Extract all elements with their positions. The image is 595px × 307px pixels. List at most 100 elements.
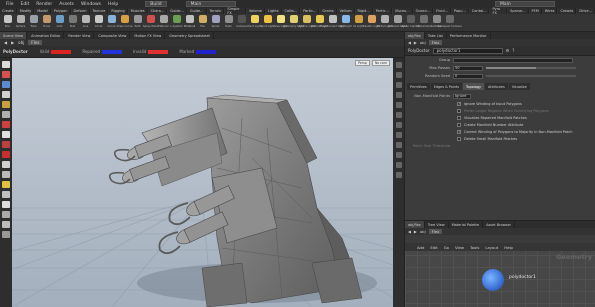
shelf-tool[interactable]: Area Light (274, 15, 287, 31)
viewer-tab[interactable]: Composite View (95, 32, 131, 39)
brush-tool-icon[interactable] (2, 161, 10, 168)
network-menu-item[interactable]: Go (444, 245, 449, 250)
camera-badge[interactable]: No cam (371, 60, 390, 66)
background-icon[interactable] (395, 162, 402, 168)
param-maxpasses-field[interactable]: 50 (453, 65, 483, 71)
shelf-tool[interactable]: Camera (236, 15, 247, 31)
param-maxpasses-slider[interactable] (486, 67, 576, 69)
forward-icon[interactable]: ▶ (11, 40, 14, 45)
shaded-icon[interactable] (395, 82, 402, 88)
shelf-tool[interactable]: Sphere (15, 15, 26, 31)
scale-tool-icon[interactable] (2, 91, 10, 98)
path-context[interactable]: obj (420, 40, 426, 45)
flipbook-tool-icon[interactable] (2, 231, 10, 238)
shelf-tool[interactable]: Volume Light (298, 15, 315, 31)
shelf-tab[interactable]: Rigid... (355, 8, 373, 14)
shelf-tool[interactable]: Null (67, 15, 78, 31)
invalid-swatch[interactable] (148, 49, 169, 54)
shelf-tab[interactable]: Muscles (128, 8, 148, 14)
shelf-tool[interactable]: VR Camera (416, 15, 431, 31)
shelf-tab[interactable]: Collis... (282, 8, 301, 14)
handle-tool-icon[interactable] (2, 101, 10, 108)
shelf-tab[interactable]: Terrain (207, 8, 225, 14)
shelf-tab[interactable]: Sparse... (508, 8, 529, 14)
shelf-tool[interactable]: Draw Curve (117, 15, 132, 31)
shelf-tab[interactable]: Guide... (168, 8, 187, 14)
shelf-tool[interactable]: Platonic (158, 15, 169, 31)
uv-icon[interactable] (395, 142, 402, 148)
network-menu-item[interactable]: Help (504, 245, 513, 250)
nonmanifold-menu[interactable]: Ignore (453, 93, 471, 99)
pose-tool-icon[interactable] (2, 111, 10, 118)
shelf-tool[interactable]: Portal Light (377, 15, 392, 31)
network-menu-item[interactable]: Add (417, 245, 424, 250)
path-context[interactable]: obj (420, 229, 426, 234)
shelf-tab[interactable]: Ocean... (413, 8, 434, 14)
viewport-scene[interactable] (12, 58, 393, 307)
shelf-tool[interactable]: Box (2, 15, 13, 31)
shelf-tab[interactable]: Viscou... (392, 8, 413, 14)
network-menu-item[interactable]: Tools (470, 245, 479, 250)
checkbox[interactable]: ✓ (457, 129, 461, 134)
shelf-tool[interactable]: Environment Light (320, 15, 345, 31)
param-seed-field[interactable]: 0 (453, 73, 483, 79)
menu-file[interactable]: File (6, 2, 14, 7)
shelf-tab[interactable]: Fluid... (434, 8, 451, 14)
shelf-tab[interactable]: Volume (246, 8, 265, 14)
network-tab[interactable]: Material Palette (449, 221, 484, 228)
display-options-icon[interactable] (395, 62, 402, 68)
network-tab[interactable]: Tree View (425, 221, 449, 228)
grid-icon[interactable] (395, 152, 402, 158)
shelf-tool[interactable]: Helix (223, 15, 234, 31)
network-menu-item[interactable]: Layout (485, 245, 498, 250)
lighting-icon[interactable] (395, 92, 402, 98)
shelf-tab[interactable]: Create (0, 8, 17, 14)
shelf-tab[interactable]: Polygon (51, 8, 71, 14)
node-name-field[interactable]: polydoctor1 (432, 47, 503, 54)
parameter-subtab[interactable]: Visualize (508, 83, 530, 90)
shelf-tab[interactable]: FEM (529, 8, 542, 14)
shelf-tool[interactable]: Spot Light (261, 15, 274, 31)
shelf-tab[interactable]: Popu... (451, 8, 469, 14)
shelf-tab[interactable]: Drive... (577, 8, 595, 14)
shelf-tool[interactable]: Switcher (431, 15, 442, 31)
network-tab[interactable]: Asset Browser (483, 221, 515, 228)
gear-icon[interactable]: ⚙ (506, 48, 510, 53)
shadow-icon[interactable] (395, 102, 402, 108)
target-tool-icon[interactable] (2, 191, 10, 198)
light-tool-icon[interactable] (2, 181, 10, 188)
shelf-tab[interactable]: Simple FX (225, 7, 246, 15)
polydoctor-node-icon[interactable] (482, 269, 504, 291)
viewer-tab[interactable]: Render View (65, 32, 95, 39)
shelf-tab[interactable]: Guide... (187, 8, 207, 14)
shelf-tool[interactable]: Curve (106, 15, 117, 31)
shelf-tab[interactable]: Rigging (109, 8, 128, 14)
safe-area-icon[interactable] (395, 172, 402, 178)
rotate-tool-icon[interactable] (2, 81, 10, 88)
back-icon[interactable]: ◀ (408, 40, 411, 45)
shelf-tab[interactable]: Deform (71, 8, 90, 14)
path-object[interactable]: Flex (428, 40, 443, 45)
shelf-tool[interactable]: GI Light (353, 15, 364, 31)
persp-badge[interactable]: Persp (355, 60, 370, 66)
marked-swatch[interactable] (196, 49, 217, 54)
parameter-subtab[interactable]: Attributes (484, 83, 508, 90)
shelf-tool[interactable]: File (197, 15, 208, 31)
shelf-tool[interactable]: Distant Light (311, 15, 328, 31)
shelf-tab[interactable]: Vellum (337, 8, 355, 14)
back-icon[interactable]: ◀ (4, 40, 7, 45)
network-menu-item[interactable]: Edit (430, 245, 437, 250)
shelf-tab[interactable]: Modify (17, 8, 35, 14)
snap-tool-icon[interactable] (2, 131, 10, 138)
shelf-tab[interactable]: Crowds (558, 8, 577, 14)
menu-assets[interactable]: Assets (59, 2, 74, 7)
shelf-tool[interactable]: Grid (54, 15, 65, 31)
ruler-tool-icon[interactable] (2, 201, 10, 208)
parameter-tab[interactable]: Take List (425, 32, 447, 39)
help-icon[interactable]: ? (512, 48, 514, 53)
shelf-tab[interactable]: Partic... (301, 8, 320, 14)
shelf-tool[interactable]: Spray Paint (143, 15, 158, 31)
shelf-tab[interactable]: Texture (90, 8, 109, 14)
shelf-tool[interactable]: Geometry Light (283, 15, 304, 31)
move-tool-icon[interactable] (2, 71, 10, 78)
